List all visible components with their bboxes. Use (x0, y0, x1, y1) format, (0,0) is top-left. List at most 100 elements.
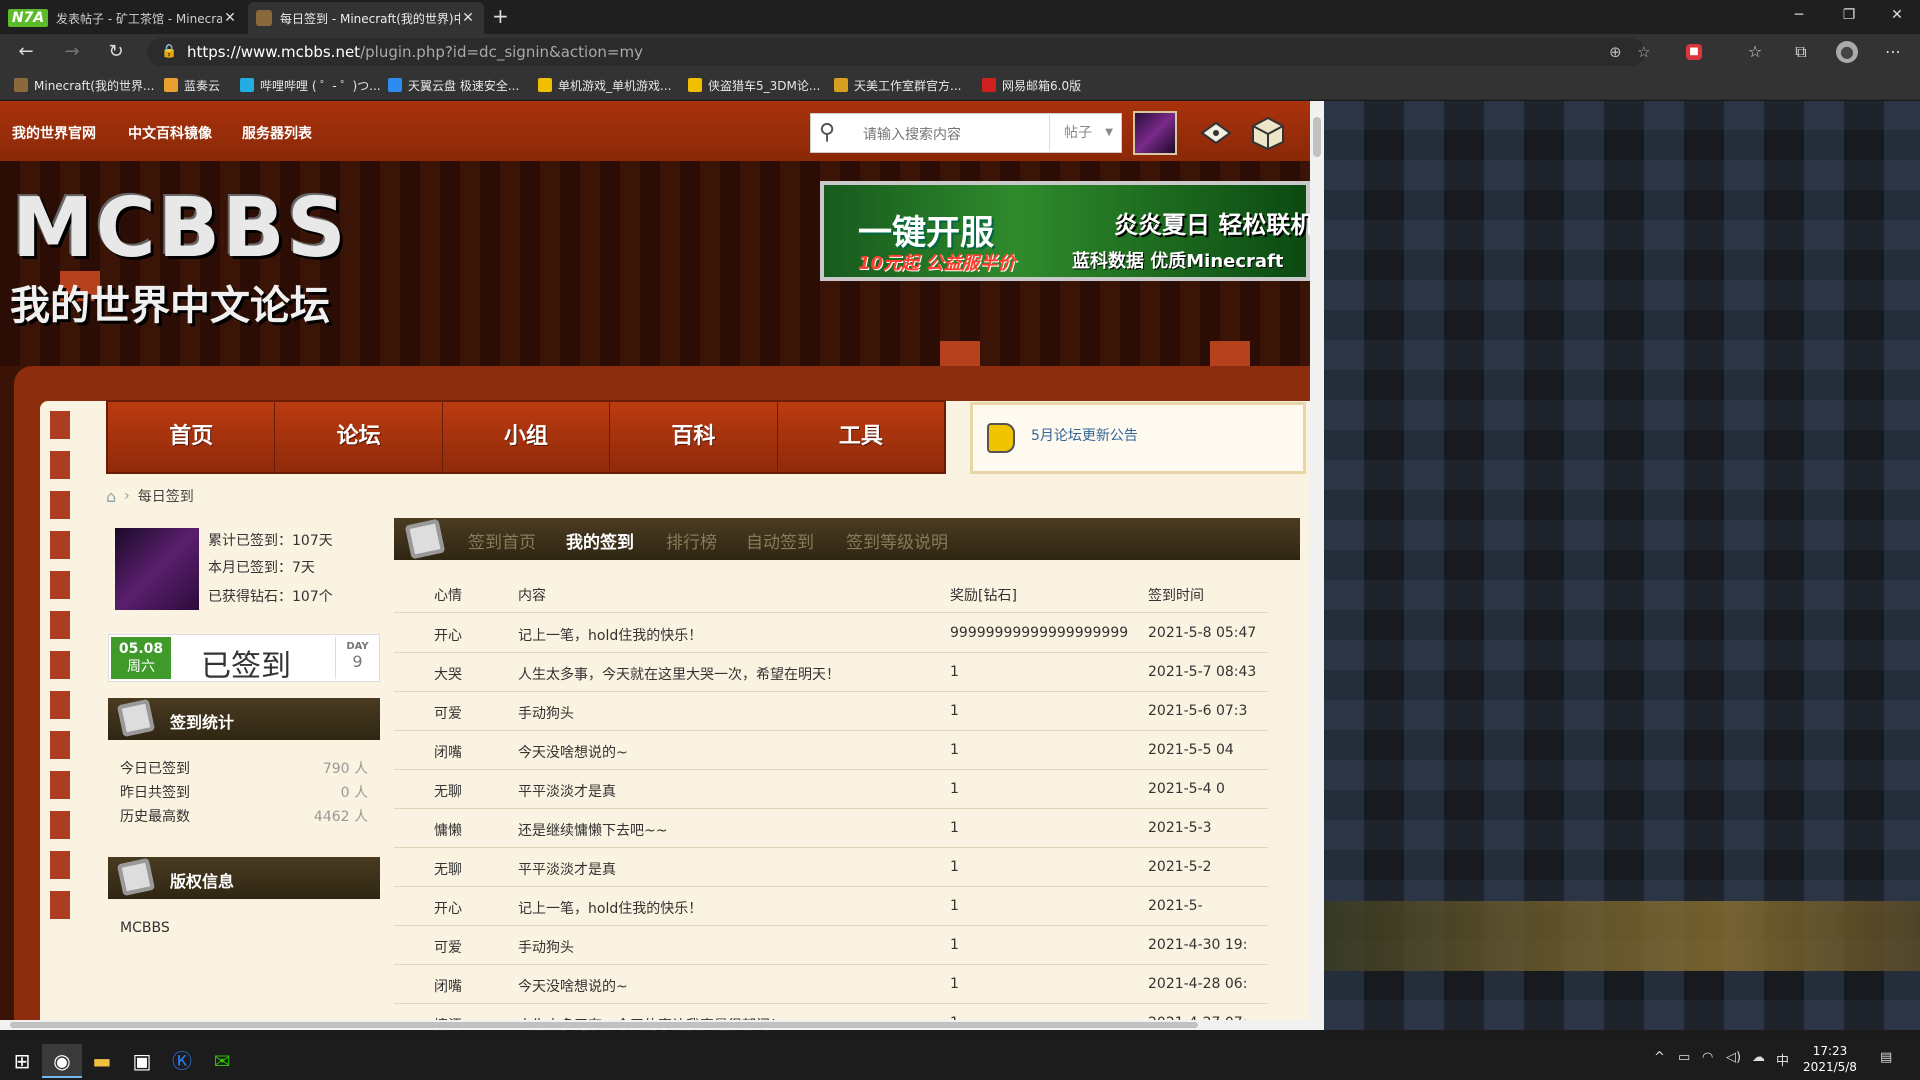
table-row: 无聊 平平淡淡才是真 1 2021-5-4 0 (394, 770, 1268, 809)
bookmark-label: 天翼云盘 极速安全... (408, 78, 520, 93)
ad-banner[interactable]: 一键开服 10元起 公益服半价 炎炎夏日 轻松联机 蓝科数据 优质Minecra… (820, 181, 1310, 281)
favorites-icon[interactable]: ☆ (1744, 41, 1766, 63)
onedrive-icon[interactable]: ☁ (1752, 1050, 1765, 1065)
forward-icon[interactable]: → (60, 41, 84, 65)
bookmark-tianyi[interactable]: 天翼云盘 极速安全... (388, 76, 519, 94)
stats-header: 签到统计 (108, 698, 380, 740)
nav-home[interactable]: 首页 (108, 402, 276, 472)
user-avatar[interactable] (1133, 111, 1177, 155)
url-bar[interactable]: 🔒 https://www.mcbbs.net/plugin.php?id=dc… (147, 38, 1650, 66)
tab-signin-home[interactable]: 签到首页 (468, 528, 536, 553)
content-cell: 今天没啥想说的~ (518, 979, 628, 995)
search-icon[interactable]: ⚲ (819, 120, 835, 145)
mood-cell: 慵懒 (434, 823, 462, 839)
bookmark-netease-mail[interactable]: 网易邮箱6.0版 (982, 76, 1081, 94)
close-tab-icon[interactable]: ✕ (460, 10, 476, 26)
reward-cell: 1 (950, 859, 959, 875)
ad-headline: 一键开服 (858, 213, 994, 253)
copyright-title: 版权信息 (170, 872, 235, 891)
notification-icon[interactable]: ▤ (1880, 1050, 1892, 1065)
table-row: 开心 记上一笔，hold住我的快乐！ 1 2021-5- (394, 887, 1268, 926)
close-tab-icon[interactable]: ✕ (222, 10, 238, 26)
bookmark-timi[interactable]: 天美工作室群官方... (834, 76, 961, 94)
nav-forum[interactable]: 论坛 (275, 402, 443, 472)
search-input[interactable] (863, 122, 1053, 146)
add-favorite-icon[interactable]: ☆ (1637, 38, 1650, 66)
ime-indicator[interactable]: 中 (1776, 1050, 1789, 1069)
nav-groups[interactable]: 小组 (443, 402, 611, 472)
announcement-link[interactable]: 5月论坛更新公告 (1031, 425, 1138, 445)
bookmark-gta5[interactable]: 侠盗猎车5_3DM论... (688, 76, 820, 94)
battery-icon[interactable]: ▭ (1678, 1050, 1690, 1065)
folder-icon (688, 78, 702, 92)
minimize-button[interactable]: ─ (1776, 0, 1822, 30)
block-icon[interactable] (1250, 115, 1286, 151)
home-icon[interactable]: ⌂ (106, 487, 116, 506)
nav-tools[interactable]: 工具 (778, 402, 944, 472)
minecraft-launcher-icon[interactable]: ▣ (122, 1044, 162, 1078)
stat-label: 今日已签到 (120, 761, 190, 777)
extension-icon[interactable]: ■ (1686, 44, 1702, 60)
bookmark-lanzou[interactable]: 蓝奏云 (164, 76, 220, 94)
time-cell: 2021-4-30 19: (1148, 937, 1248, 953)
profile-avatar-icon[interactable]: ● (1836, 41, 1858, 63)
calendar-date: 05.08 (118, 641, 164, 657)
close-window-button[interactable]: ✕ (1874, 0, 1920, 30)
kugou-icon[interactable]: Ⓚ (162, 1044, 202, 1078)
content-cell: 记上一笔，hold住我的快乐！ (518, 628, 703, 644)
edge-icon[interactable]: ◉ (42, 1044, 82, 1078)
nav-server-list[interactable]: 服务器列表 (242, 123, 312, 143)
nav-official-site[interactable]: 我的世界官网 (12, 123, 96, 143)
zoom-icon[interactable]: ⊕ (1609, 38, 1622, 66)
reward-cell: 1 (950, 820, 959, 836)
minecraft-icon (14, 78, 28, 92)
tab-auto-signin[interactable]: 自动签到 (746, 528, 814, 553)
tab-my-signin[interactable]: 我的签到 (566, 528, 634, 553)
stat-value: 0 人 (340, 785, 368, 801)
search-scope-select[interactable]: 帖子 ▼ (1049, 115, 1121, 151)
bookmark-bilibili[interactable]: 哔哩哔哩 ( ゜- ゜)つ... (240, 76, 381, 94)
streak-count: 9 (352, 652, 363, 671)
content-cell: 平平淡淡才是真 (518, 862, 616, 878)
nav-wiki[interactable]: 百科 (610, 402, 778, 472)
tab-post[interactable]: N7A 发表帖子 - 矿工茶馆 - Minecraft(我的世界)中文论坛 ✕ (0, 2, 246, 34)
table-row: 闭嘴 今天没啥想说的~ 1 2021-5-5 04 (394, 731, 1268, 770)
wechat-icon[interactable]: ✉ (202, 1044, 242, 1078)
signin-status-card: 05.08 周六 已签到 DAY 9 (108, 634, 380, 684)
volume-icon[interactable]: ◁) (1726, 1050, 1741, 1065)
tab-ranking[interactable]: 排行榜 (666, 528, 717, 553)
message-icon[interactable] (1198, 115, 1234, 151)
wifi-icon[interactable]: ◠ (1702, 1050, 1713, 1065)
mood-cell: 开心 (434, 628, 462, 644)
horizontal-scrollbar[interactable] (0, 1020, 1310, 1030)
mcbbs-logo[interactable]: MCBBS (12, 181, 348, 276)
tab-signin[interactable]: 每日签到 - Minecraft(我的世界)中文论坛 ✕ (248, 2, 484, 34)
time-cell: 2021-5-5 04 (1148, 742, 1234, 758)
start-icon[interactable]: ⊞ (2, 1044, 42, 1078)
more-menu-icon[interactable]: ⋯ (1882, 41, 1904, 63)
site-banner: MCBBS 我的世界中文论坛 一键开服 10元起 公益服半价 炎炎夏日 轻松联机… (0, 161, 1310, 371)
table-row: 闭嘴 今天没啥想说的~ 1 2021-4-28 06: (394, 965, 1268, 1004)
tray-chevron-icon[interactable]: ^ (1654, 1050, 1665, 1065)
refresh-icon[interactable]: ↻ (104, 41, 128, 65)
nav-wiki-mirror[interactable]: 中文百科镜像 (128, 123, 212, 143)
breadcrumb-current[interactable]: 每日签到 (138, 486, 194, 506)
collections-icon[interactable]: ⧉ (1790, 41, 1812, 63)
main-nav: 首页 论坛 小组 百科 工具 (106, 400, 946, 474)
mood-cell: 可爱 (434, 706, 462, 722)
speaker-icon (987, 423, 1015, 453)
new-tab-button[interactable]: + (492, 4, 509, 28)
back-icon[interactable]: ← (14, 41, 38, 65)
file-explorer-icon[interactable]: ▬ (82, 1044, 122, 1078)
user-avatar-large[interactable] (115, 528, 199, 610)
bookmark-minecraft[interactable]: Minecraft(我的世界... (14, 76, 154, 94)
stat-value: 790 人 (322, 761, 368, 777)
table-row: 大哭 人生太多事，今天就在这里大哭一次，希望在明天！ 1 2021-5-7 08:43 (394, 653, 1268, 692)
vertical-scrollbar[interactable] (1310, 101, 1324, 1030)
scroll-thumb[interactable] (1313, 117, 1321, 157)
tab-level-info[interactable]: 签到等级说明 (846, 528, 948, 553)
scroll-thumb[interactable] (10, 1022, 1198, 1028)
maximize-button[interactable]: ❐ (1826, 0, 1872, 30)
bookmark-games[interactable]: 单机游戏_单机游戏... (538, 76, 671, 94)
clock[interactable]: 17:23 2021/5/8 (1800, 1043, 1860, 1075)
